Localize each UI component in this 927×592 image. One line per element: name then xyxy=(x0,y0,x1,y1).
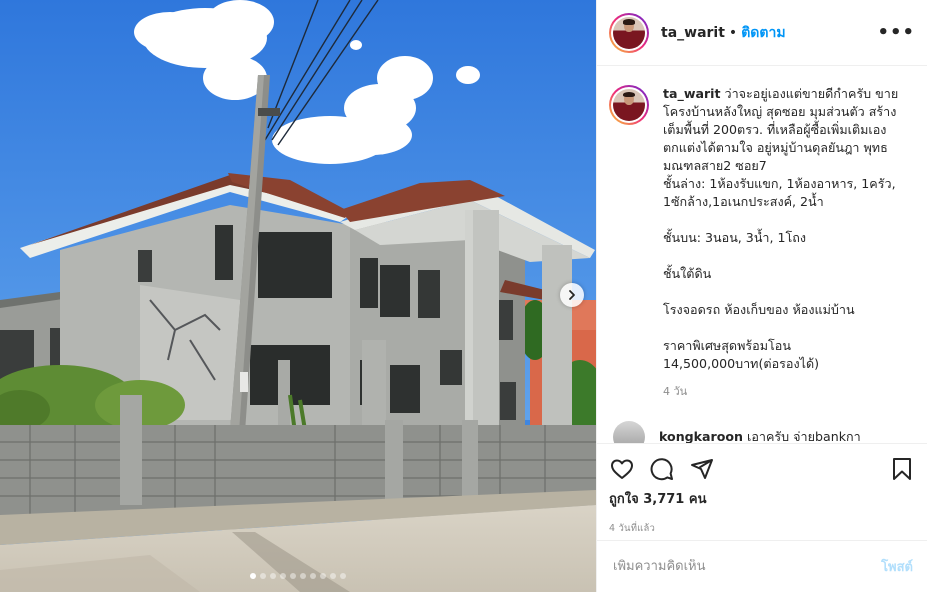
caption-row: ta_warit ว่าจะอยู่เองแต่ขายดีกำครับ ขายโ… xyxy=(609,85,915,401)
comment-text: เอาครับ จ่ายbankกา xyxy=(747,429,861,443)
likes-count[interactable]: ถูกใจ 3,771 คน xyxy=(609,488,915,509)
carousel-indicator xyxy=(0,573,596,579)
carousel-dot xyxy=(260,573,266,579)
follow-button[interactable]: ติดตาม xyxy=(741,22,785,44)
post-timestamp[interactable]: 4 วันที่แล้ว xyxy=(609,521,915,536)
post-comment-button[interactable]: โพสต์ xyxy=(881,556,913,577)
author-username[interactable]: ta_warit xyxy=(661,25,725,41)
caption-avatar[interactable] xyxy=(609,85,649,125)
comment-item: kongkaroon เอาครับ จ่ายbankกา xyxy=(609,421,915,443)
carousel-dot xyxy=(280,573,286,579)
carousel-dot xyxy=(340,573,346,579)
comment-icon[interactable] xyxy=(649,456,675,482)
post-actions: ถูกใจ 3,771 คน 4 วันที่แล้ว xyxy=(597,443,927,536)
share-icon[interactable] xyxy=(689,456,715,482)
action-icons xyxy=(609,454,915,484)
header-separator: • xyxy=(728,24,738,41)
chevron-right-icon xyxy=(569,290,575,300)
comments-section[interactable]: ta_warit ว่าจะอยู่เองแต่ขายดีกำครับ ขายโ… xyxy=(597,67,927,443)
caption-body: ta_warit ว่าจะอยู่เองแต่ขายดีกำครับ ขายโ… xyxy=(663,85,909,401)
carousel-dot xyxy=(300,573,306,579)
post-header: ta_warit • ติดตาม ••• xyxy=(597,0,927,66)
bookmark-icon[interactable] xyxy=(889,456,915,482)
carousel-dot xyxy=(310,573,316,579)
carousel-dot xyxy=(290,573,296,579)
author-avatar[interactable] xyxy=(609,12,649,53)
carousel-dot xyxy=(250,573,256,579)
caption-username[interactable]: ta_warit xyxy=(663,86,721,101)
comment-input[interactable] xyxy=(613,559,882,574)
house-photo-image xyxy=(0,0,596,592)
caption-text: ว่าจะอยู่เองแต่ขายดีกำครับ ขายโครงบ้านหล… xyxy=(663,86,899,371)
carousel-dot xyxy=(270,573,276,579)
comment-content: kongkaroon เอาครับ จ่ายbankกา xyxy=(659,427,861,443)
add-comment-bar: โพสต์ xyxy=(597,540,927,592)
caption-timestamp[interactable]: 4 วัน xyxy=(663,383,909,401)
next-photo-button[interactable] xyxy=(560,283,584,307)
like-icon[interactable] xyxy=(609,456,635,482)
carousel-dot xyxy=(320,573,326,579)
commenter-username[interactable]: kongkaroon xyxy=(659,429,743,443)
post-side-panel: ta_warit • ติดตาม ••• ta_warit ว่าจะอยู่… xyxy=(596,0,927,592)
carousel-dot xyxy=(330,573,336,579)
more-options-icon[interactable]: ••• xyxy=(877,22,915,43)
post-photo[interactable] xyxy=(0,0,596,592)
commenter-avatar[interactable] xyxy=(613,421,645,443)
